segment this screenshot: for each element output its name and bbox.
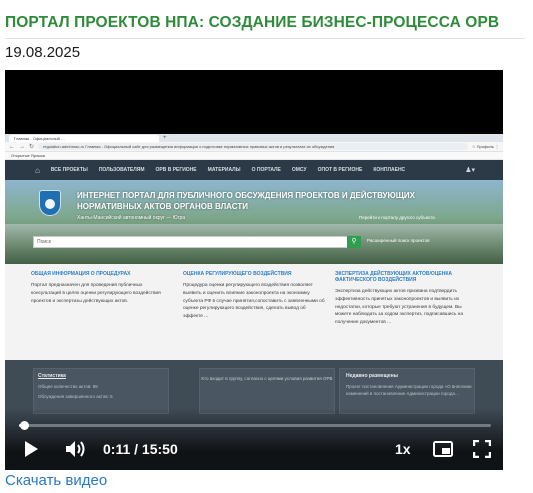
info-column: ЭКСПЕРТИЗА ДЕЙСТВУЮЩИХ АКТОВ/ОЦЕНКА ФАКТ… bbox=[335, 271, 487, 354]
stats-line: Обсуждения завершенного актов: 6 bbox=[38, 394, 113, 399]
site-search-placeholder: Поиск bbox=[37, 239, 51, 245]
site-nav-item: ОРВ В РЕГИОНЕ bbox=[155, 167, 197, 173]
publish-date: 19.08.2025 bbox=[5, 44, 81, 61]
region-link: Перейти к порталу другого субъекта bbox=[359, 215, 435, 220]
info-column-heading: ЭКСПЕРТИЗА ДЕЙСТВУЮЩИХ АКТОВ/ОЦЕНКА ФАКТ… bbox=[335, 271, 453, 283]
new-tab-icon: + bbox=[163, 135, 167, 141]
search-icon: ⚲ bbox=[347, 236, 361, 248]
current-time: 0:11 bbox=[103, 441, 131, 457]
site-nav-item: ОПОТ В РЕГИОНЕ bbox=[317, 167, 363, 173]
info-column-heading: ОЦЕНКА РЕГУЛИРУЮЩЕГО ВОЗДЕЙСТВИЯ bbox=[183, 271, 292, 277]
time-separator: / bbox=[134, 441, 139, 457]
seek-bar[interactable] bbox=[19, 421, 491, 430]
site-nav-item: КОНПЛАЕНС bbox=[373, 167, 406, 173]
video-player[interactable]: Главная - Официальный … + ← → ↻ regulati… bbox=[5, 70, 503, 470]
page-title: ПОРТАЛ ПРОЕКТОВ НПА: СОЗДАНИЕ БИЗНЕС-ПРО… bbox=[5, 14, 500, 31]
news-text: Проект постановления Администрации город… bbox=[346, 384, 472, 396]
info-columns: ОБЩАЯ ИНФОРМАЦИЯ О ПРОЦЕДУРАХ Портал пре… bbox=[5, 264, 503, 354]
site-nav-item: МАТЕРИАЛЫ bbox=[207, 167, 241, 173]
forward-arrow-icon: → bbox=[19, 143, 25, 150]
browser-address-bar: ← → ↻ regulation.admhmao.ru Главная - Оф… bbox=[5, 142, 503, 152]
play-icon bbox=[25, 441, 38, 457]
info-column-text: Процедура оценки регулирующего воздейств… bbox=[183, 283, 325, 320]
playback-speed-button[interactable]: 1x bbox=[395, 441, 411, 457]
home-icon: ⌂ bbox=[35, 165, 40, 175]
duration: 15:50 bbox=[141, 441, 178, 457]
volume-button[interactable] bbox=[65, 440, 87, 458]
controls-overlay bbox=[5, 408, 503, 470]
stats-line: Общее количество актов: 98 bbox=[38, 384, 98, 389]
fullscreen-button[interactable] bbox=[472, 439, 492, 459]
bookmarks-bar: Открытые Ярлыки bbox=[5, 152, 503, 160]
site-search: Поиск ⚲ bbox=[33, 236, 361, 248]
back-arrow-icon: ← bbox=[9, 143, 15, 150]
site-nav-item: ОМСУ bbox=[291, 167, 307, 173]
working-group-text: Кто входит в группу, согласно с целями у… bbox=[201, 376, 333, 381]
user-icon: ♟▾ bbox=[465, 167, 475, 174]
site-hero: ИНТЕРНЕТ ПОРТАЛ ДЛЯ ПУБЛИЧНОГО ОБСУЖДЕНИ… bbox=[5, 180, 503, 264]
info-column: ОЦЕНКА РЕГУЛИРУЮЩЕГО ВОЗДЕЙСТВИЯ Процеду… bbox=[183, 271, 335, 354]
site-nav: ⌂ ВСЕ ПРОЕКТЫ ПОЛЬЗОВАТЕЛЯМ ОРВ В РЕГИОН… bbox=[5, 160, 503, 180]
picture-in-picture-icon bbox=[433, 441, 453, 457]
play-button[interactable] bbox=[23, 440, 39, 458]
time-display: 0:11 / 15:50 bbox=[103, 441, 178, 457]
reload-icon: ↻ bbox=[29, 144, 35, 150]
site-nav-item: О ПОРТАЛЕ bbox=[251, 167, 281, 173]
title-divider bbox=[5, 38, 525, 39]
browser-url: regulation.admhmao.ru Главная - Официаль… bbox=[38, 143, 468, 150]
browser-toolbar-right: ☆ Профиль ⋮ bbox=[471, 144, 499, 149]
site-nav-item: ВСЕ ПРОЕКТЫ bbox=[50, 167, 88, 173]
info-column-text: Портал предназначен для проведения публи… bbox=[31, 283, 161, 304]
news-heading: Недавно размещены bbox=[346, 373, 398, 379]
browser-tab-bar: Главная - Официальный … + bbox=[5, 134, 503, 142]
info-column-text: Экспертиза действующих актов призвана по… bbox=[335, 289, 463, 326]
hero-subtitle: Ханты-Мансийский автономный округ — Югра bbox=[77, 215, 186, 221]
region-emblem-icon bbox=[39, 190, 61, 216]
download-video-link[interactable]: Скачать видео bbox=[5, 472, 107, 489]
fullscreen-icon bbox=[472, 439, 492, 459]
picture-in-picture-button[interactable] bbox=[433, 440, 453, 458]
extended-search-link: Расширенный поиск проектов bbox=[367, 238, 430, 243]
browser-tab: Главная - Официальный … bbox=[9, 134, 159, 142]
info-column-heading: ОБЩАЯ ИНФОРМАЦИЯ О ПРОЦЕДУРАХ bbox=[31, 271, 131, 277]
volume-icon bbox=[66, 441, 85, 457]
stats-heading: Статистика bbox=[38, 373, 66, 379]
site-nav-item: ПОЛЬЗОВАТЕЛЯМ bbox=[98, 167, 145, 173]
info-column: ОБЩАЯ ИНФОРМАЦИЯ О ПРОЦЕДУРАХ Портал пре… bbox=[31, 271, 183, 354]
hero-headline: ИНТЕРНЕТ ПОРТАЛ ДЛЯ ПУБЛИЧНОГО ОБСУЖДЕНИ… bbox=[77, 191, 415, 211]
